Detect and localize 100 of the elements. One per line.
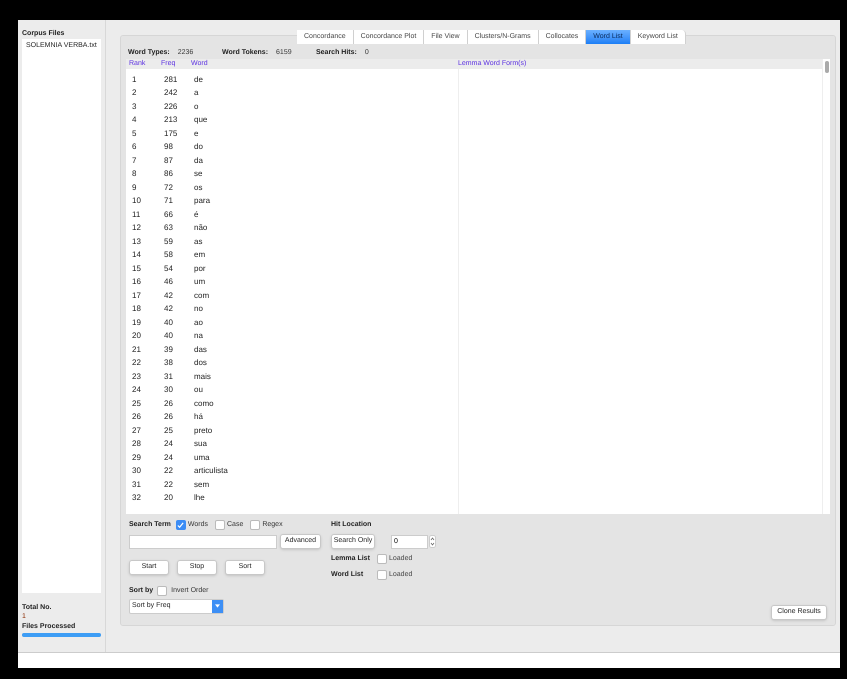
table-cell-text: 38 [164,357,174,370]
table-cell-text: 39 [164,344,174,356]
table-cell-text: 31 [132,478,142,491]
table-cell-text: que [194,114,208,126]
table-cell-text: há [194,411,204,424]
table-cell-text: 26 [164,398,174,410]
table-cell-text: sua [194,438,208,450]
table-cell-text: 22 [132,357,142,370]
table-cell-text: a [194,87,200,100]
table-cell-text: 40 [164,316,174,329]
table-cell-text: 71 [164,195,174,208]
table-cell-text: 24 [132,384,142,396]
search-field[interactable] [129,534,277,548]
table-cell-text: 1 [132,74,138,86]
table-cell-text: 8 [132,168,138,180]
table-cell-text: 11 [132,208,142,221]
table-cell-text: um [194,276,206,288]
table-cell-text: 42 [164,303,174,316]
checkbox[interactable] [377,554,387,564]
table-cell-text: é [194,208,200,221]
table-cell-text: 63 [164,222,174,234]
table-cell-text: 98 [164,141,174,154]
table-cell-text: 72 [164,182,174,194]
table-cell-text: lhe [194,492,206,504]
table-cell-text: 59 [164,236,174,248]
table-cell-text: e [194,128,200,140]
table-cell-text: para [194,195,212,208]
table-cell-text: no [194,303,204,316]
table-cell-text: das [194,344,208,356]
table-cell-text: se [194,168,204,180]
table-cell-text: 66 [164,208,174,221]
table-cell-text: 26 [164,411,174,424]
table-cell-text: ou [194,384,204,396]
checkmark-icon [177,522,184,528]
table-cell-text: 31 [164,370,174,383]
table-cell-text: articulista [194,465,229,478]
table-cell-text: 26 [132,411,142,424]
table-cell-text: as [194,236,204,248]
checkbox[interactable] [157,586,168,596]
table-cell-text: 15 [132,262,142,275]
table-cell-text: 3 [132,100,138,113]
table-cell-text: da [194,154,204,167]
table-cell-text: 30 [164,384,174,396]
table-cell-text: 13 [132,236,142,248]
table-cell-text: 32 [132,492,142,504]
table-cell-text: preto [194,424,214,437]
table-cell-text: 4 [132,114,138,126]
table-cell-text: por [194,262,207,275]
table-cell-text: 281 [164,74,178,86]
table-cell-text: 5 [132,128,138,140]
table-cell-text: 175 [164,128,178,140]
table-cell-text: 14 [132,249,142,262]
table-cell-text: com [194,290,210,302]
table-cell-text: 19 [132,316,142,329]
table-cell-text: o [194,100,200,113]
table-cell-text: 24 [164,452,174,464]
table-cell-text: 18 [132,303,142,316]
table-cell-text: de [194,74,204,86]
table-cell-text: 24 [164,438,174,450]
table-cell-text: 23 [132,370,142,383]
table-cell-text: 6 [132,141,138,154]
table-cell-text: 12 [132,222,142,234]
table-cell-text: 21 [132,344,142,356]
table-cell-text: os [194,182,204,194]
table-cell-text: 213 [164,114,178,126]
table-cell-text: 2 [132,87,138,100]
table-cell-text: como [194,398,215,410]
table-cell-text: 28 [132,438,142,450]
table-cell-text: 16 [132,276,142,288]
table-cell-text: do [194,141,204,154]
table-cell-text: 10 [132,195,142,208]
table-cell-text: 54 [164,262,174,275]
table-cell-text: 29 [132,452,142,464]
table-cell-text: 242 [164,87,178,100]
table-cell-text: em [194,249,206,262]
table-cell-text: não [194,222,208,234]
table-cell-text: sem [194,478,210,491]
table-cell-text: 86 [164,168,174,180]
table-cell-text: 9 [132,182,138,194]
table-cell-text: mais [194,370,212,383]
table-cell-text: 42 [164,290,174,302]
table-cell-text: 87 [164,154,174,167]
checkbox[interactable] [215,520,225,530]
table-cell-text: ao [194,316,204,329]
checkbox[interactable] [377,570,387,580]
table-cell-text: 22 [164,465,174,478]
checkbox[interactable] [176,520,186,530]
checkbox[interactable] [250,520,260,530]
table-cell-text: 226 [164,100,178,113]
table-cell-text: 20 [132,330,142,342]
table-cell-text: 7 [132,154,138,167]
table-cell-text: 25 [132,398,142,410]
table-cell-text: 58 [164,249,174,262]
table-cell-text: na [194,330,204,342]
table-cell-text: 27 [132,424,142,437]
table-cell-text: uma [194,452,211,464]
stepper-icon[interactable] [429,535,436,548]
table-cell-text: 46 [164,276,174,288]
table-cell-text: 40 [164,330,174,342]
table-cell-text: 30 [132,465,142,478]
